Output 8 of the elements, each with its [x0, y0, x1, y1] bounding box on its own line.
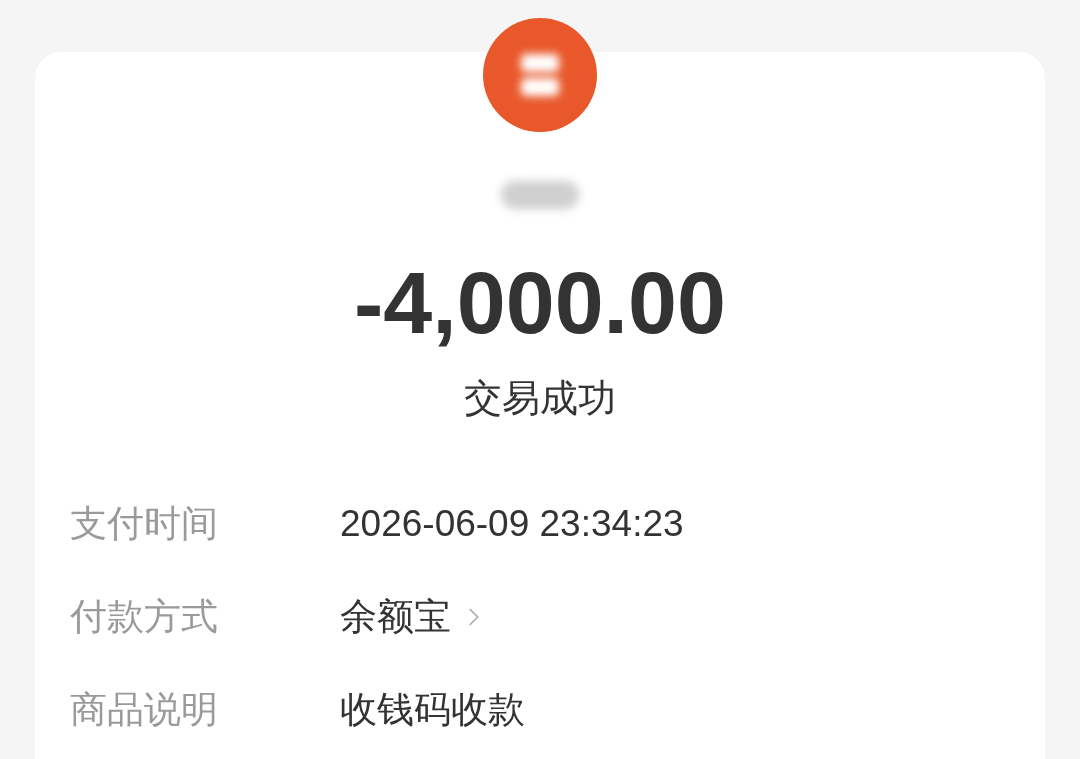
status-text: 交易成功 — [464, 379, 616, 417]
detail-value: 2026-06-09 23:34:23 — [340, 505, 684, 542]
detail-label: 商品说明 — [70, 691, 219, 728]
detail-label: 支付时间 — [70, 505, 219, 542]
detail-value: 收钱码收款 — [340, 691, 525, 728]
payment-method-link[interactable]: 余额宝 — [340, 598, 489, 635]
detail-label: 付款方式 — [70, 598, 219, 635]
amount-text: -4,000.00 — [354, 259, 726, 347]
